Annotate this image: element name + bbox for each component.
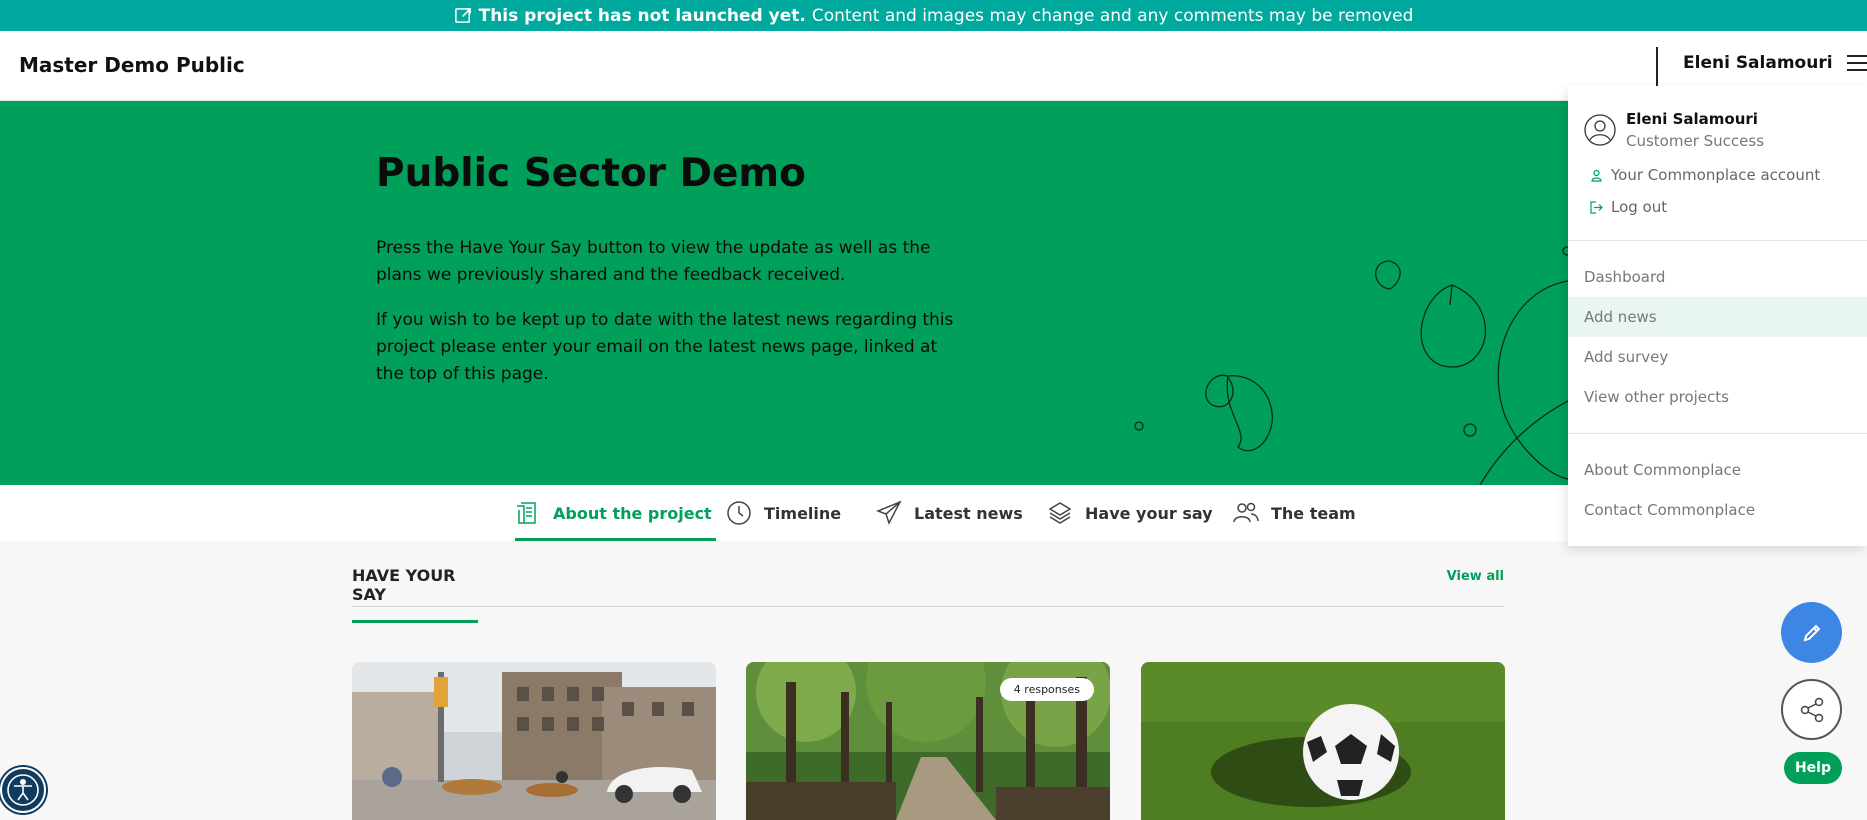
tab-the-team[interactable]: The team xyxy=(1233,485,1356,541)
menu-item-add-survey[interactable]: Add survey xyxy=(1568,337,1867,377)
tab-timeline[interactable]: Timeline xyxy=(726,485,841,541)
share-icon xyxy=(1800,697,1823,722)
tab-have-your-say[interactable]: Have your say xyxy=(1047,485,1213,541)
football-on-grass-image xyxy=(1141,662,1505,820)
user-menu-button[interactable]: Eleni Salamouri xyxy=(1683,53,1867,73)
account-link-label: Your Commonplace account xyxy=(1611,166,1821,184)
dropdown-divider xyxy=(1568,433,1867,434)
external-edit-icon xyxy=(454,8,471,23)
accessibility-icon xyxy=(7,774,39,806)
help-button[interactable]: Help xyxy=(1784,752,1842,784)
street-scene-image xyxy=(352,662,716,820)
pencil-icon xyxy=(1803,624,1820,641)
menu-item-dashboard[interactable]: Dashboard xyxy=(1568,257,1867,297)
section-title: HAVE YOUR SAY xyxy=(352,566,478,623)
logout-link[interactable]: Log out xyxy=(1590,198,1667,216)
logout-icon xyxy=(1590,200,1603,214)
dropdown-user-info: Eleni Salamouri Customer Success xyxy=(1584,110,1764,150)
card-football[interactable] xyxy=(1141,662,1505,820)
tab-label: Latest news xyxy=(914,503,1023,523)
tab-label: Timeline xyxy=(764,503,842,523)
clock-icon xyxy=(727,501,751,525)
paper-plane-icon xyxy=(876,500,902,525)
tab-label: The team xyxy=(1271,503,1356,523)
hero-paragraph-1: Press the Have Your Say button to view t… xyxy=(376,238,931,285)
accessibility-button[interactable] xyxy=(0,767,46,813)
menu-item-view-other-projects[interactable]: View other projects xyxy=(1568,377,1867,417)
layers-icon xyxy=(1048,502,1072,524)
tab-label: Have your say xyxy=(1085,503,1213,523)
banner-strong-text: This project has not launched yet. xyxy=(478,5,806,26)
site-title[interactable]: Master Demo Public xyxy=(19,53,245,77)
tab-latest-news[interactable]: Latest news xyxy=(876,485,1023,541)
hamburger-icon xyxy=(1846,55,1867,71)
dropdown-user-role: Customer Success xyxy=(1626,132,1765,150)
view-all-link[interactable]: View all xyxy=(1447,569,1504,584)
dropdown-divider xyxy=(1568,240,1867,241)
tab-label: About the project xyxy=(553,503,712,523)
header-divider xyxy=(1656,47,1658,87)
people-icon xyxy=(1233,502,1259,523)
hero-paragraph-2: If you wish to be kept up to date with t… xyxy=(376,310,954,384)
banner-text: Content and images may change and any co… xyxy=(811,5,1414,26)
responses-badge: 4 responses xyxy=(999,678,1094,701)
project-title: Public Sector Demo xyxy=(376,151,806,196)
share-button[interactable] xyxy=(1781,679,1842,740)
card-woodland-path[interactable]: 4 responses xyxy=(746,662,1110,820)
menu-item-contact-commonplace[interactable]: Contact Commonplace xyxy=(1568,490,1867,530)
dropdown-user-name: Eleni Salamouri xyxy=(1626,110,1758,128)
account-link[interactable]: Your Commonplace account xyxy=(1590,166,1820,184)
have-your-say-header: HAVE YOUR SAY View all xyxy=(352,566,1504,623)
edit-button[interactable] xyxy=(1781,602,1842,663)
tab-about-the-project[interactable]: About the project xyxy=(515,485,716,541)
menu-item-add-news[interactable]: Add news xyxy=(1568,297,1867,337)
logout-link-label: Log out xyxy=(1611,198,1668,216)
document-icon xyxy=(517,502,536,524)
user-avatar-icon xyxy=(1584,114,1616,146)
prelaunch-banner: This project has not launched yet. Conte… xyxy=(0,0,1867,31)
person-icon xyxy=(1591,169,1602,182)
user-dropdown-menu: Eleni Salamouri Customer Success Your Co… xyxy=(1568,86,1867,546)
user-name: Eleni Salamouri xyxy=(1683,53,1833,73)
menu-item-about-commonplace[interactable]: About Commonplace xyxy=(1568,450,1867,490)
card-street-scene[interactable] xyxy=(352,662,716,820)
